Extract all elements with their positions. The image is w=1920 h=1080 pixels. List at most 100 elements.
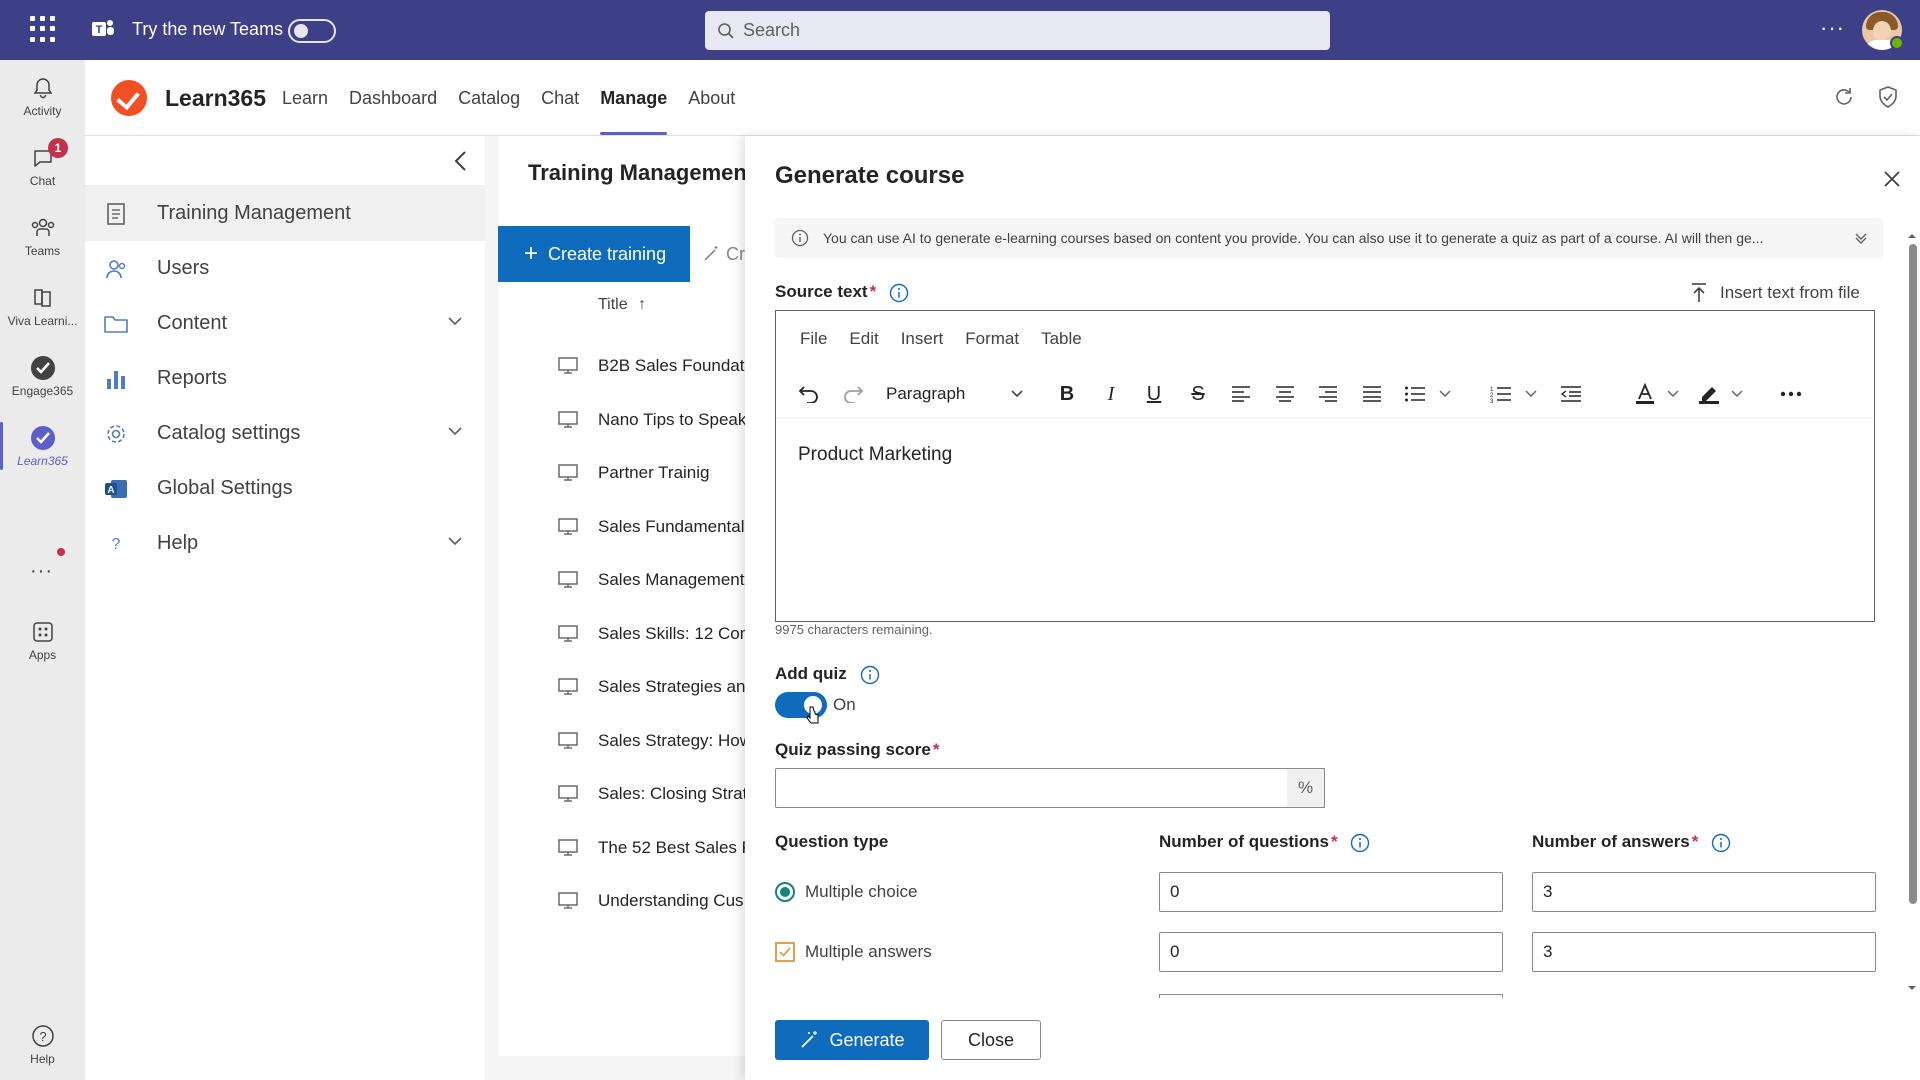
multiple-choice-answers-input[interactable]: 3: [1532, 872, 1876, 912]
refresh-icon[interactable]: [1831, 84, 1857, 110]
numbered-list-icon[interactable]: 123: [1486, 379, 1516, 409]
menu-insert[interactable]: Insert: [901, 329, 944, 349]
info-icon[interactable]: [889, 283, 909, 303]
monitor-icon: [558, 892, 578, 909]
table-row[interactable]: B2B Sales Foundati: [558, 346, 748, 386]
insert-text-from-file-button[interactable]: Insert text from file: [1690, 282, 1860, 304]
tab-catalog[interactable]: Catalog: [458, 88, 520, 113]
menu-format[interactable]: Format: [965, 329, 1019, 349]
collapse-chevron-icon[interactable]: [453, 150, 469, 172]
more-apps-icon[interactable]: ···: [30, 560, 53, 583]
title-column-header[interactable]: Title ↑: [598, 296, 646, 314]
table-row[interactable]: Nano Tips to Speak: [558, 400, 748, 440]
align-left-icon[interactable]: [1226, 379, 1256, 409]
sidebar-item-global-settings[interactable]: A Global Settings: [85, 461, 485, 516]
multiple-answers-questions-input[interactable]: 0: [1159, 932, 1503, 972]
create-training-button[interactable]: + Create training: [498, 226, 690, 282]
table-row[interactable]: Sales Fundamental:: [558, 507, 748, 547]
info-banner: You can use AI to generate e-learning co…: [775, 218, 1883, 258]
chevron-down-icon[interactable]: [447, 426, 463, 436]
table-row[interactable]: Sales: Closing Strat: [558, 774, 748, 814]
rail-item-apps[interactable]: Apps: [0, 608, 85, 672]
help-icon: ?: [29, 1022, 57, 1050]
rail-item-help[interactable]: ? Help: [0, 1012, 85, 1076]
table-row[interactable]: Understanding Cus: [558, 881, 748, 921]
info-icon[interactable]: [1350, 833, 1370, 853]
chevron-down-icon[interactable]: [447, 536, 463, 546]
sidebar-item-content[interactable]: Content: [85, 296, 485, 351]
sidebar-item-catalog-settings[interactable]: Catalog settings: [85, 406, 485, 461]
multiple-answers-answers-input[interactable]: 3: [1532, 932, 1876, 972]
rail-item-learn365[interactable]: Learn365: [0, 414, 85, 478]
app-launcher-icon[interactable]: [30, 16, 56, 42]
info-icon[interactable]: [860, 665, 880, 685]
plus-icon: +: [524, 240, 539, 267]
scrollbar-thumb[interactable]: [1909, 244, 1917, 904]
tab-about[interactable]: About: [688, 88, 735, 113]
tab-dashboard[interactable]: Dashboard: [349, 88, 437, 113]
expand-chevron-icon[interactable]: [1853, 230, 1869, 246]
try-new-teams-toggle[interactable]: [288, 19, 336, 43]
tab-chat[interactable]: Chat: [541, 88, 579, 113]
shield-icon[interactable]: [1875, 84, 1901, 110]
bullet-list-icon[interactable]: [1400, 379, 1430, 409]
menu-table[interactable]: Table: [1041, 329, 1082, 349]
multiple-choice-questions-input[interactable]: 0: [1159, 872, 1503, 912]
chevron-down-icon[interactable]: [1430, 379, 1460, 409]
tab-manage[interactable]: Manage: [600, 88, 668, 135]
align-right-icon[interactable]: [1313, 379, 1343, 409]
close-button[interactable]: Close: [941, 1020, 1041, 1060]
more-options-icon[interactable]: ···: [1820, 15, 1845, 41]
tab-learn[interactable]: Learn: [282, 88, 328, 113]
chevron-down-icon[interactable]: [447, 316, 463, 326]
highlight-icon[interactable]: [1694, 379, 1724, 409]
table-row[interactable]: Sales Strategies and: [558, 667, 748, 707]
align-justify-icon[interactable]: [1357, 379, 1387, 409]
underline-icon[interactable]: U: [1139, 379, 1169, 409]
quiz-passing-score-input[interactable]: [775, 768, 1295, 808]
search-input[interactable]: Search: [705, 11, 1330, 50]
table-row[interactable]: Partner Trainig: [558, 453, 748, 493]
sidebar-item-label: Users: [157, 257, 210, 279]
chevron-down-icon[interactable]: [1516, 379, 1546, 409]
strikethrough-icon[interactable]: S: [1183, 379, 1213, 409]
table-row[interactable]: Sales Skills: 12 Com: [558, 614, 748, 654]
multiple-choice-radio[interactable]: [775, 882, 795, 902]
italic-icon[interactable]: I: [1096, 379, 1126, 409]
more-tools-icon[interactable]: [1776, 379, 1806, 409]
rail-item-engage365[interactable]: Engage365: [0, 344, 85, 408]
sidebar: Training Management Users Content Report…: [85, 136, 485, 1080]
sidebar-item-training-management[interactable]: Training Management: [85, 186, 485, 241]
rail-item-teams[interactable]: Teams: [0, 204, 85, 268]
chevron-down-icon[interactable]: [1658, 379, 1688, 409]
sidebar-item-users[interactable]: Users: [85, 241, 485, 296]
chevron-down-icon[interactable]: [1722, 379, 1752, 409]
redo-icon[interactable]: [838, 379, 868, 409]
monitor-icon: [558, 357, 578, 374]
rail-item-activity[interactable]: Activity: [0, 64, 85, 128]
menu-edit[interactable]: Edit: [849, 329, 878, 349]
align-center-icon[interactable]: [1270, 379, 1300, 409]
menu-file[interactable]: File: [800, 329, 827, 349]
rail-item-chat[interactable]: Chat 1: [0, 134, 85, 198]
generate-button[interactable]: Generate: [775, 1020, 929, 1060]
sidebar-item-reports[interactable]: Reports: [85, 351, 485, 406]
close-icon[interactable]: [1883, 170, 1901, 188]
table-row[interactable]: The 52 Best Sales P: [558, 828, 748, 868]
editor-content-area[interactable]: Product Marketing: [776, 417, 1874, 621]
paragraph-style-select[interactable]: Paragraph: [880, 377, 1030, 411]
notification-badge: 1: [48, 138, 68, 158]
multiple-answers-checkbox[interactable]: [775, 942, 795, 962]
generate-course-label: Cr: [726, 243, 745, 264]
number-of-answers-label: Number of answers *: [1532, 832, 1731, 853]
indent-icon[interactable]: [1556, 379, 1586, 409]
rail-item-viva-learning[interactable]: Viva Learni...: [0, 274, 85, 338]
sidebar-item-help[interactable]: ? Help: [85, 516, 485, 571]
undo-icon[interactable]: [794, 379, 824, 409]
generate-course-button[interactable]: Cr: [698, 226, 748, 282]
info-icon[interactable]: [1711, 833, 1731, 853]
text-color-icon[interactable]: [1630, 379, 1660, 409]
bold-icon[interactable]: B: [1052, 379, 1082, 409]
table-row[interactable]: Sales Management: [558, 560, 748, 600]
table-row[interactable]: Sales Strategy: How: [558, 721, 748, 761]
